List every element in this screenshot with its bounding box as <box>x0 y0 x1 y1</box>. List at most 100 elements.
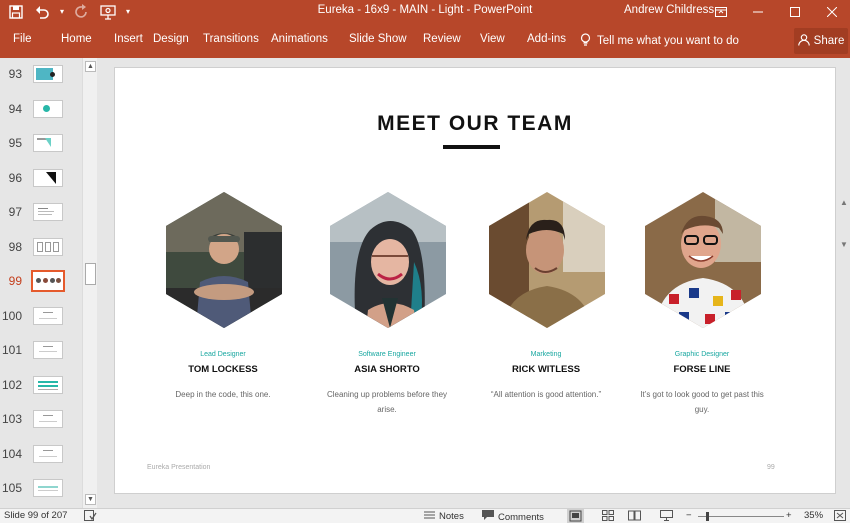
thumbnail-number: 98 <box>8 240 22 254</box>
thumbnail-image <box>31 270 65 292</box>
tab-transitions[interactable]: Transitions <box>203 33 259 45</box>
share-button[interactable]: Share <box>794 28 848 54</box>
close-icon[interactable] <box>813 0 850 24</box>
zoom-slider-track[interactable] <box>698 516 784 517</box>
team-member-quote: It’s got to look good to get past this g… <box>640 390 764 414</box>
zoom-in-icon[interactable]: + <box>786 510 792 521</box>
person-icon <box>797 33 810 49</box>
zoom-out-icon[interactable]: − <box>686 510 692 521</box>
tab-slide-show[interactable]: Slide Show <box>349 33 407 45</box>
redo-icon[interactable] <box>74 4 90 20</box>
thumbnail-slide-96[interactable]: 96 <box>0 162 84 196</box>
thumbnail-image <box>33 238 63 256</box>
thumbnail-image <box>33 134 63 152</box>
thumbnail-number: 95 <box>8 136 22 150</box>
notes-label: Notes <box>439 511 464 522</box>
thumbnail-slide-102[interactable]: 102 <box>0 369 84 403</box>
notes-button[interactable]: Notes <box>424 510 464 523</box>
tab-insert[interactable]: Insert <box>114 33 143 45</box>
status-bar: Slide 99 of 207 Notes Comments − + 35% <box>0 508 850 523</box>
tab-design[interactable]: Design <box>153 33 189 45</box>
thumbnail-number: 101 <box>1 343 22 357</box>
scroll-up-icon[interactable]: ▲ <box>85 61 96 72</box>
slide-sorter-icon[interactable] <box>602 510 614 523</box>
team-member-photo[interactable] <box>166 192 282 328</box>
tab-file[interactable]: File <box>13 33 32 45</box>
ribbon-display-options-icon[interactable] <box>702 0 739 24</box>
team-member-photo[interactable] <box>330 192 446 328</box>
thumbnail-slide-93[interactable]: 93 <box>0 58 84 92</box>
tab-view[interactable]: View <box>480 33 505 45</box>
thumbnail-slide-103[interactable]: 103 <box>0 403 84 437</box>
thumbnail-number: 99 <box>8 274 22 288</box>
team-member-quote: Cleaning up problems before they arise. <box>326 390 448 414</box>
thumbnail-image <box>33 341 63 359</box>
window-controls <box>702 0 850 24</box>
notes-icon <box>424 510 435 523</box>
thumbnail-number: 102 <box>1 378 22 392</box>
tab-animations[interactable]: Animations <box>271 33 328 45</box>
maximize-icon[interactable] <box>776 0 813 24</box>
thumbnail-slide-97[interactable]: 97 <box>0 196 84 230</box>
thumbnail-image <box>33 169 63 187</box>
team-member-role: Software Engineer <box>358 351 416 358</box>
thumbnail-image <box>33 376 63 394</box>
team-member-role: Lead Designer <box>200 351 246 358</box>
share-label: Share <box>813 35 845 47</box>
thumbnail-scrollbar[interactable]: ▲ ▼ <box>82 58 97 508</box>
thumbnail-number: 93 <box>8 67 22 81</box>
quick-access-toolbar: ▾ ▾ <box>8 3 130 21</box>
ribbon-tabs: File Home Insert Design Transitions Anim… <box>0 24 850 58</box>
tell-me-search[interactable]: Tell me what you want to do <box>580 33 739 49</box>
thumbnail-image <box>33 445 63 463</box>
thumbnail-slide-94[interactable]: 94 <box>0 93 84 127</box>
fit-slide-icon[interactable] <box>834 510 846 523</box>
team-member-name: ASIA SHORTO <box>354 364 420 375</box>
slide-scrollbar[interactable]: ▲ ▼ <box>839 58 850 508</box>
undo-icon[interactable] <box>34 4 50 20</box>
team-member-photo[interactable] <box>645 192 761 328</box>
minimize-icon[interactable] <box>739 0 776 24</box>
thumbnail-image <box>33 479 63 497</box>
thumbnail-slide-104[interactable]: 104 <box>0 438 84 472</box>
tab-add-ins[interactable]: Add-ins <box>527 33 566 45</box>
customize-toolbar-icon[interactable]: ▾ <box>126 3 130 21</box>
thumbnail-image <box>33 410 63 428</box>
thumbnail-slide-100[interactable]: 100 <box>0 300 84 334</box>
slide-title[interactable]: MEET OUR TEAM <box>115 112 835 136</box>
normal-view-icon[interactable] <box>567 509 584 523</box>
thumbnail-number: 103 <box>1 412 22 426</box>
scroll-up-icon[interactable]: ▲ <box>840 198 848 207</box>
reading-view-icon[interactable] <box>628 510 641 523</box>
scrollbar-thumb[interactable] <box>85 263 96 285</box>
undo-dropdown-icon[interactable]: ▾ <box>60 3 64 21</box>
present-from-start-icon[interactable] <box>100 4 116 20</box>
tell-me-text: Tell me what you want to do <box>597 35 739 47</box>
team-member-name: FORSE LINE <box>673 364 731 375</box>
user-name[interactable]: Andrew Childress <box>624 4 714 16</box>
comment-icon <box>482 510 494 523</box>
save-icon[interactable] <box>8 4 24 20</box>
thumbnail-slide-95[interactable]: 95 <box>0 127 84 161</box>
thumbnail-image <box>33 65 63 83</box>
thumbnail-number: 100 <box>1 309 22 323</box>
thumbnail-slide-98[interactable]: 98 <box>0 231 84 265</box>
slideshow-view-icon[interactable] <box>660 510 673 523</box>
thumbnail-slide-99[interactable]: 99 <box>0 265 84 299</box>
thumbnail-number: 104 <box>1 447 22 461</box>
slide-canvas[interactable]: MEET OUR TEAM Lead Designer TOM LOCKESS … <box>114 67 836 494</box>
team-member-photo[interactable] <box>489 192 605 328</box>
title-bar: ▾ ▾ Eureka - 16x9 - MAIN - Light - Power… <box>0 0 850 24</box>
zoom-slider-knob[interactable] <box>706 512 709 521</box>
thumbnail-image <box>33 203 63 221</box>
thumbnail-slide-101[interactable]: 101 <box>0 334 84 368</box>
spell-check-icon[interactable] <box>84 510 97 523</box>
scroll-down-icon[interactable]: ▼ <box>840 240 848 249</box>
comments-button[interactable]: Comments <box>482 510 544 523</box>
scroll-down-icon[interactable]: ▼ <box>85 494 96 505</box>
tab-review[interactable]: Review <box>423 33 461 45</box>
zoom-level[interactable]: 35% <box>804 510 823 521</box>
thumbnail-slide-105[interactable]: 105 <box>0 472 84 506</box>
team-member-role: Graphic Designer <box>674 351 730 358</box>
tab-home[interactable]: Home <box>61 33 92 45</box>
